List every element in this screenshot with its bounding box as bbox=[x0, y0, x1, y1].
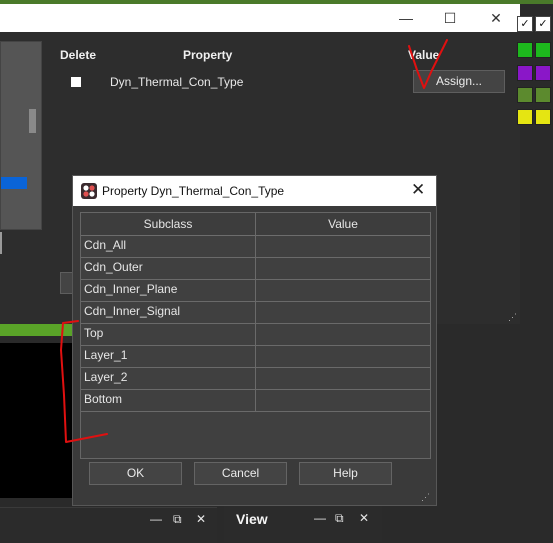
red-annotation-layer bbox=[60, 39, 448, 443]
bracket-annotation bbox=[60, 320, 108, 443]
check-mark-annotation bbox=[408, 39, 448, 89]
